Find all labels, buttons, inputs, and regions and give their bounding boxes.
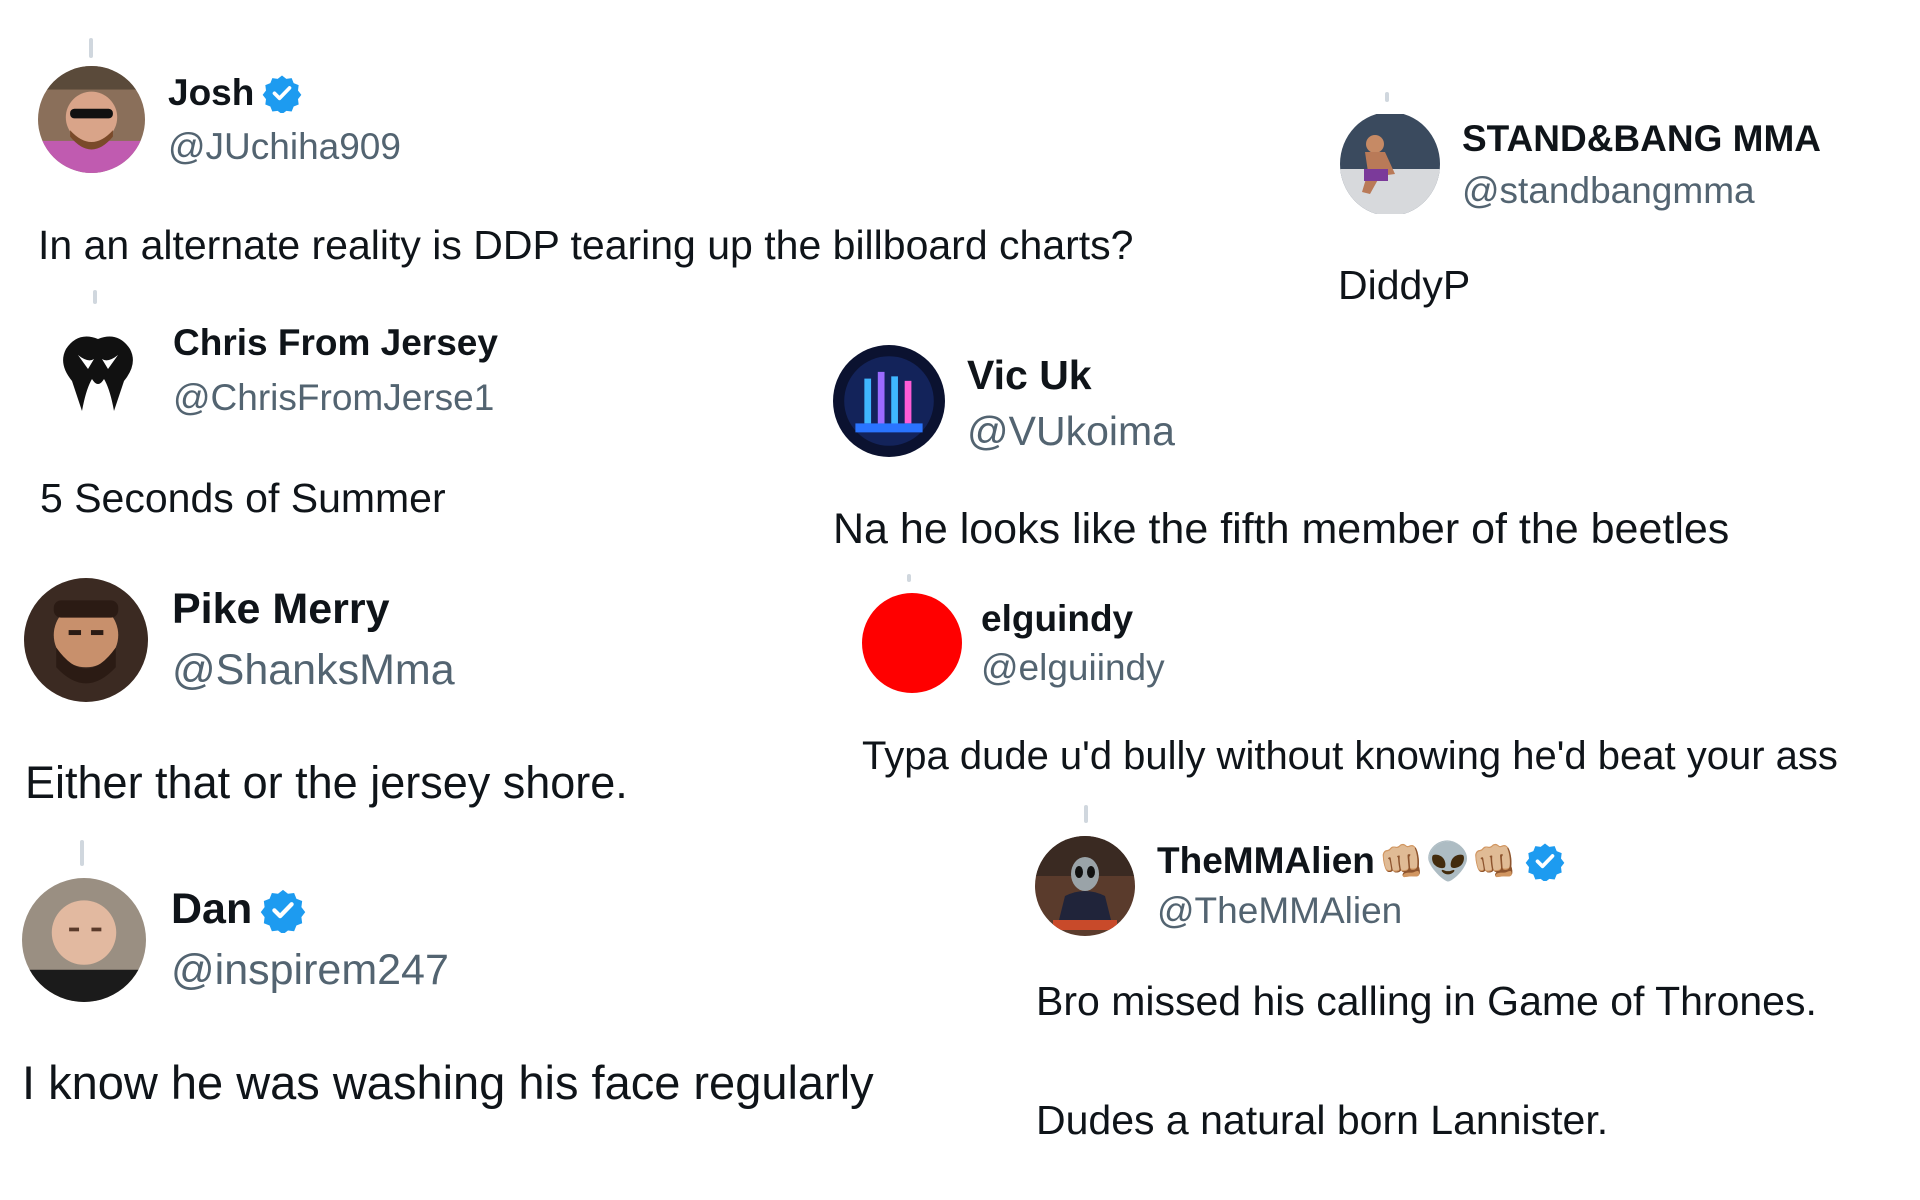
tweet-text: Typa dude u'd bully without knowing he'd… xyxy=(862,734,1838,778)
display-name[interactable]: TheMMAlien xyxy=(1157,840,1375,882)
avatar[interactable] xyxy=(24,578,148,702)
tweet-text: Either that or the jersey shore. xyxy=(25,757,628,808)
user-handle[interactable]: @TheMMAlien xyxy=(1157,890,1402,932)
avatar[interactable] xyxy=(862,593,962,693)
thread-line xyxy=(1385,92,1389,102)
tweet-text: DiddyP xyxy=(1338,262,1471,308)
verified-badge-icon xyxy=(262,73,302,113)
name-emoji: 👊🏼👽👊🏼 xyxy=(1378,840,1518,882)
user-handle[interactable]: @VUkoima xyxy=(967,408,1175,455)
avatar[interactable] xyxy=(38,66,145,173)
tweet-text: Na he looks like the fifth member of the… xyxy=(833,505,1730,553)
user-handle[interactable]: @elguiindy xyxy=(981,647,1165,689)
tweet-text: Bro missed his calling in Game of Throne… xyxy=(1036,978,1817,1024)
tweet-text-line2: Dudes a natural born Lannister. xyxy=(1036,1097,1609,1143)
tweet-text: I know he was washing his face regularly xyxy=(22,1056,874,1109)
user-handle[interactable]: @JUchiha909 xyxy=(168,126,401,168)
verified-badge-icon xyxy=(260,887,306,933)
user-handle[interactable]: @ChrisFromJerse1 xyxy=(173,377,494,419)
tweet-text: 5 Seconds of Summer xyxy=(40,475,446,521)
display-name[interactable]: elguindy xyxy=(981,598,1133,640)
display-name[interactable]: Josh xyxy=(168,72,254,114)
user-handle[interactable]: @standbangmma xyxy=(1462,170,1755,212)
thread-line xyxy=(80,840,84,866)
avatar[interactable] xyxy=(1340,112,1440,216)
user-handle[interactable]: @inspirem247 xyxy=(171,946,449,995)
avatar[interactable] xyxy=(833,345,945,457)
thread-line xyxy=(1084,805,1088,823)
display-name[interactable]: STAND&BANG MMA xyxy=(1462,118,1821,160)
verified-badge-icon xyxy=(1525,841,1565,881)
avatar[interactable] xyxy=(22,878,146,1002)
avatar[interactable] xyxy=(1035,836,1135,936)
thread-line xyxy=(89,38,93,58)
display-name[interactable]: Chris From Jersey xyxy=(173,322,498,364)
display-name[interactable]: Dan xyxy=(171,885,252,934)
thread-line xyxy=(93,290,97,304)
user-handle[interactable]: @ShanksMma xyxy=(172,646,455,695)
display-name[interactable]: Pike Merry xyxy=(172,585,390,634)
tweet-text: In an alternate reality is DDP tearing u… xyxy=(38,222,1134,268)
display-name[interactable]: Vic Uk xyxy=(967,352,1092,399)
avatar[interactable] xyxy=(48,315,148,423)
thread-line xyxy=(907,574,911,582)
